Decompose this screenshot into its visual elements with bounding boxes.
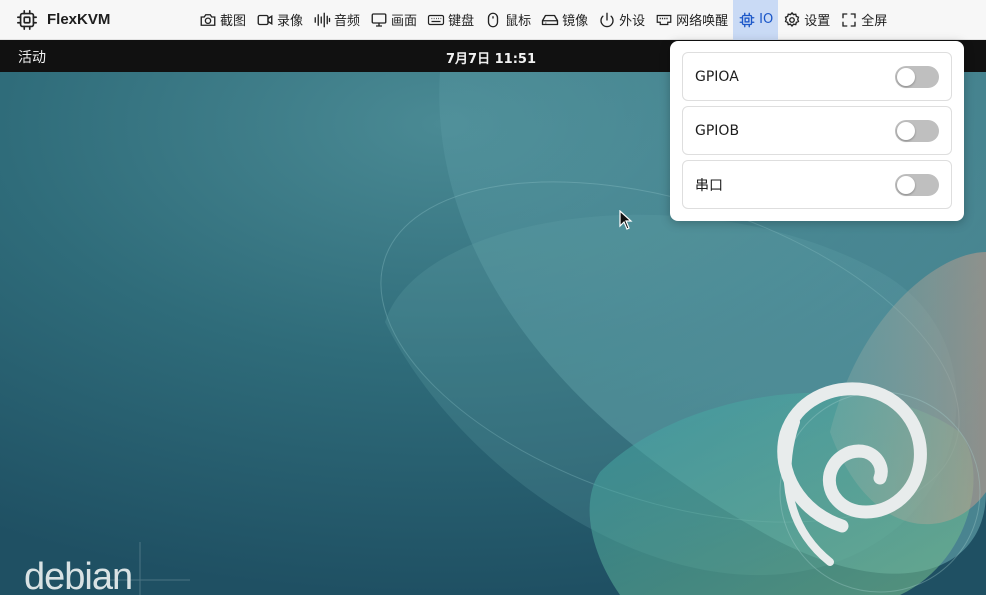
peripheral-button[interactable]: 外设	[593, 0, 650, 40]
display-button[interactable]: 画面	[365, 0, 422, 40]
camera-icon	[200, 13, 216, 26]
toolbar-menu: 截图 录像 音频 画面 键盘 鼠标 镜像 外设 网络唤醒 IO 设置 全屏	[194, 0, 892, 40]
mouse-label: 鼠标	[505, 14, 532, 29]
record-label: 录像	[277, 14, 304, 29]
io-row-gpiob: GPIOB	[682, 106, 952, 155]
screenshot-label: 截图	[220, 14, 247, 29]
io-panel: GPIOA GPIOB 串口	[670, 41, 964, 221]
drive-icon	[541, 14, 559, 25]
wake-on-lan-button[interactable]: 网络唤醒	[650, 0, 733, 40]
audio-wave-icon	[314, 12, 331, 27]
video-icon	[257, 14, 273, 25]
io-row-label: GPIOA	[695, 68, 739, 85]
app-name: FlexKVM	[47, 11, 111, 28]
io-row-serial: 串口	[682, 160, 952, 209]
gpioa-toggle[interactable]	[895, 65, 939, 88]
power-icon	[600, 12, 614, 27]
settings-label: 设置	[804, 14, 831, 29]
image-mount-label: 镜像	[562, 14, 589, 29]
monitor-icon	[371, 12, 387, 27]
settings-button[interactable]: 设置	[778, 0, 835, 40]
gear-icon	[784, 11, 800, 27]
mouse-button[interactable]: 鼠标	[479, 0, 536, 40]
screenshot-button[interactable]: 截图	[194, 0, 251, 40]
wake-on-lan-label: 网络唤醒	[676, 14, 729, 29]
io-row-gpioa: GPIOA	[682, 52, 952, 101]
peripheral-label: 外设	[619, 14, 646, 29]
io-button[interactable]: IO	[733, 0, 779, 40]
audio-label: 音频	[334, 14, 361, 29]
io-label: IO	[759, 12, 774, 27]
clock[interactable]: 7月7日 11:51	[446, 48, 536, 67]
keyboard-button[interactable]: 键盘	[422, 0, 479, 40]
chip-icon	[739, 12, 755, 27]
app-toolbar: FlexKVM 截图 录像 音频 画面 键盘 鼠标 镜像 外设 网络唤醒 IO …	[0, 0, 986, 40]
fullscreen-label: 全屏	[861, 14, 888, 29]
ethernet-icon	[656, 14, 672, 25]
keyboard-label: 键盘	[448, 14, 475, 29]
display-label: 画面	[391, 14, 418, 29]
audio-button[interactable]: 音频	[308, 0, 365, 40]
mouse-cursor-icon	[619, 210, 633, 230]
activities-button[interactable]: 活动	[18, 47, 46, 67]
image-mount-button[interactable]: 镜像	[536, 0, 593, 40]
fullscreen-button[interactable]: 全屏	[835, 0, 892, 40]
io-row-label: 串口	[695, 177, 723, 194]
chip-icon	[16, 9, 38, 31]
serial-toggle[interactable]	[895, 173, 939, 196]
mouse-icon	[487, 12, 499, 27]
brand: FlexKVM	[0, 0, 190, 40]
record-button[interactable]: 录像	[251, 0, 308, 40]
fullscreen-icon	[842, 12, 856, 27]
gpiob-toggle[interactable]	[895, 119, 939, 142]
debian-wordmark: debian	[24, 556, 133, 595]
keyboard-icon	[427, 14, 445, 25]
io-row-label: GPIOB	[695, 122, 740, 139]
